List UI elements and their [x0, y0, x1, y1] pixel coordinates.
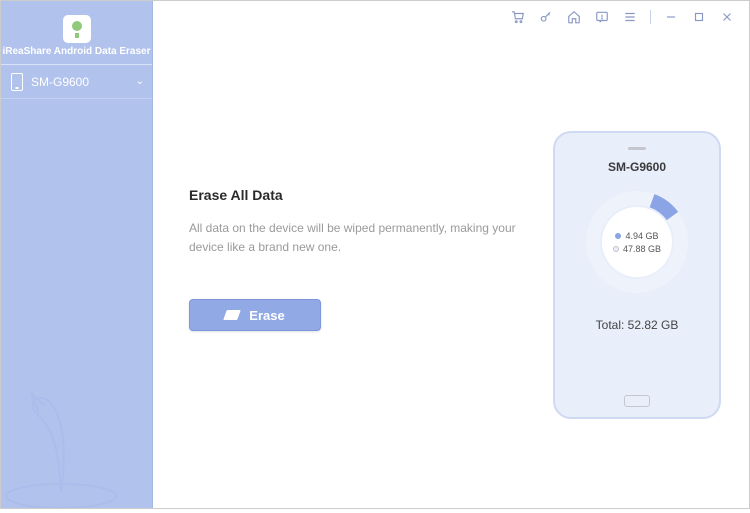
- brand-text: iReaShare Android Data Eraser: [2, 46, 150, 57]
- brand-icon: [63, 15, 91, 43]
- free-storage-label: 47.88 GB: [623, 244, 661, 254]
- phone-icon: [11, 73, 23, 91]
- titlebar: [510, 1, 749, 33]
- maximize-button[interactable]: [691, 9, 707, 25]
- erase-button-label: Erase: [249, 308, 284, 323]
- storage-donut-chart: 4.94 GB 47.88 GB: [577, 182, 697, 302]
- key-icon[interactable]: [538, 9, 554, 25]
- sidebar-decoration: [1, 378, 153, 508]
- page-title: Erase All Data: [189, 187, 539, 203]
- legend-free: 47.88 GB: [613, 244, 661, 254]
- minimize-button[interactable]: [663, 9, 679, 25]
- home-icon[interactable]: [566, 9, 582, 25]
- feedback-icon[interactable]: [594, 9, 610, 25]
- device-label: SM-G9600: [31, 75, 89, 89]
- brand: iReaShare Android Data Eraser: [1, 1, 152, 65]
- erase-button[interactable]: Erase: [189, 299, 321, 331]
- main: Erase All Data All data on the device wi…: [153, 1, 749, 508]
- phone-home-button-decor: [624, 395, 650, 407]
- close-button[interactable]: [719, 9, 735, 25]
- used-storage-label: 4.94 GB: [625, 231, 658, 241]
- page-description: All data on the device will be wiped per…: [189, 219, 539, 257]
- content: Erase All Data All data on the device wi…: [189, 187, 539, 331]
- total-storage-label: Total: 52.82 GB: [596, 318, 679, 332]
- sidebar-device-item[interactable]: SM-G9600 ⌄: [1, 65, 152, 99]
- cart-icon[interactable]: [510, 9, 526, 25]
- device-storage-card: SM-G9600 4.94 GB 47.88 GB: [553, 131, 721, 419]
- menu-icon[interactable]: [622, 9, 638, 25]
- sidebar: iReaShare Android Data Eraser SM-G9600 ⌄: [1, 1, 153, 508]
- chevron-down-icon: ⌄: [136, 76, 144, 87]
- device-name: SM-G9600: [608, 160, 666, 174]
- phone-speaker-decor: [628, 147, 646, 150]
- donut-legend: 4.94 GB 47.88 GB: [577, 182, 697, 302]
- eraser-icon: [223, 310, 241, 320]
- separator: [650, 10, 651, 24]
- legend-dot-free: [613, 246, 619, 252]
- legend-dot-used: [615, 233, 621, 239]
- legend-used: 4.94 GB: [615, 231, 658, 241]
